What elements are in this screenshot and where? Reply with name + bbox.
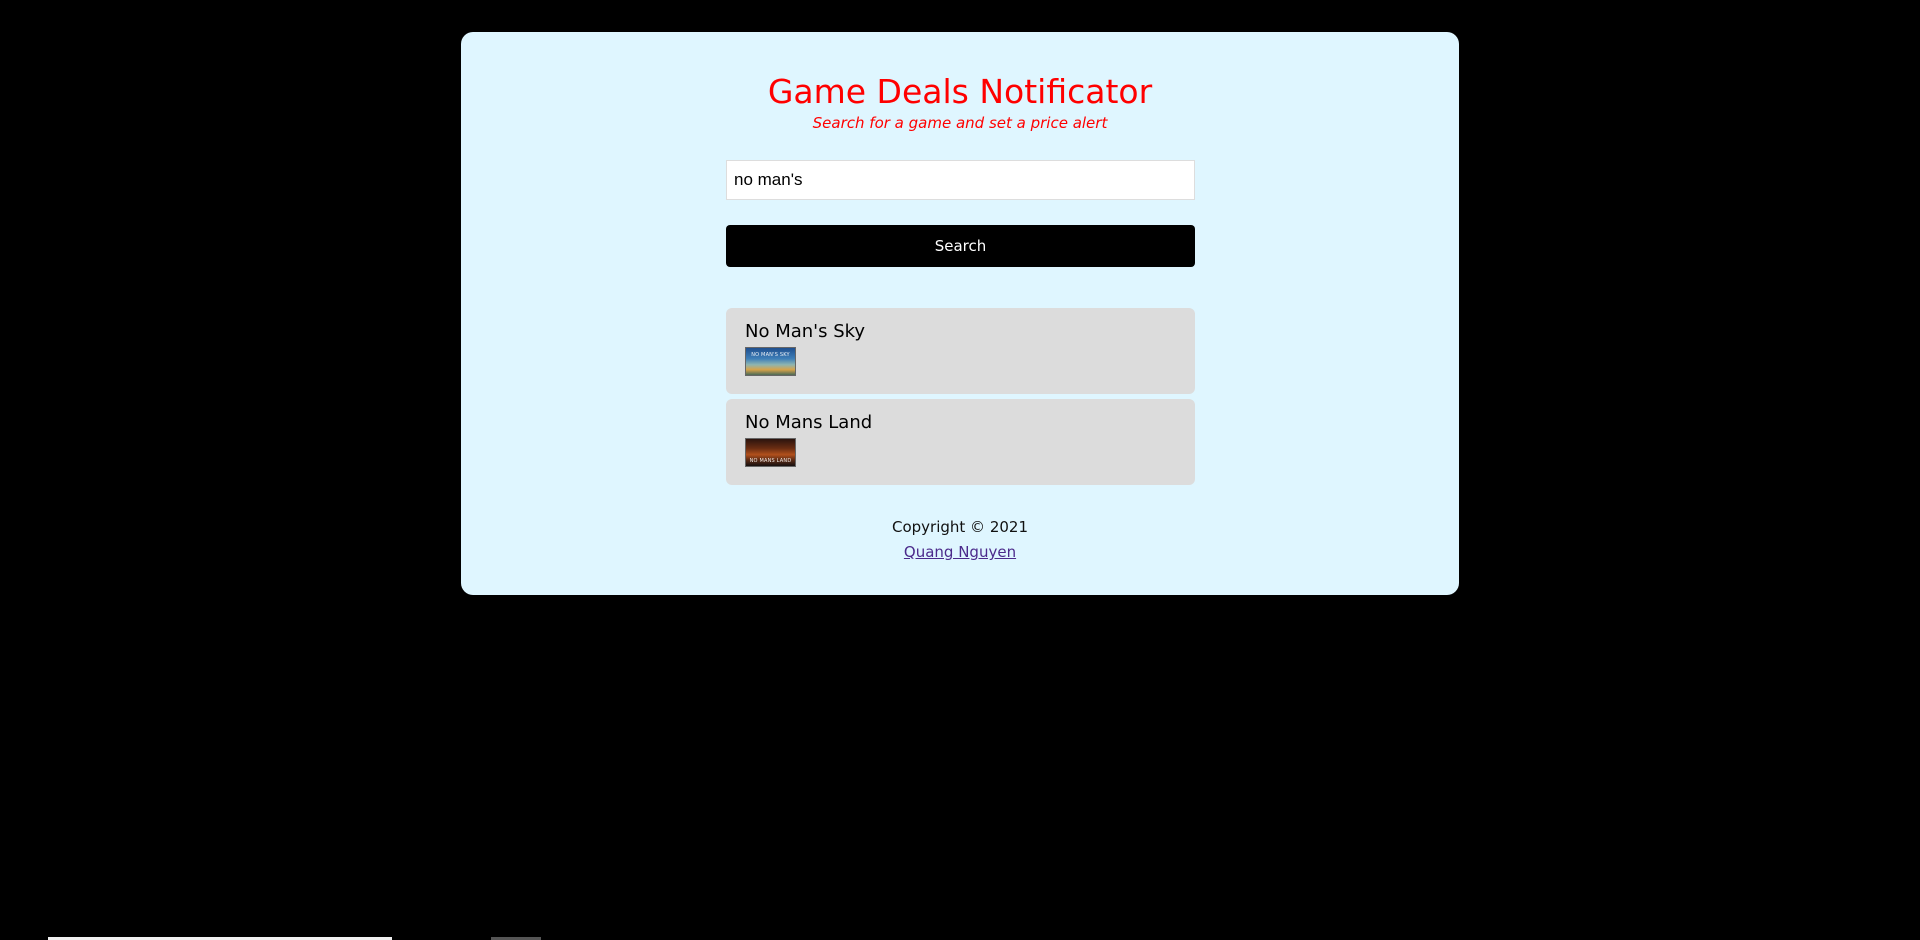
footer: Copyright © 2021 Quang Nguyen — [461, 515, 1459, 565]
thumbnail-logo-text: NO MANS LAND — [749, 458, 792, 464]
author-link[interactable]: Quang Nguyen — [904, 543, 1016, 561]
search-button[interactable]: Search — [726, 225, 1195, 267]
result-item-no-mans-sky[interactable]: No Man's Sky NO MAN'S SKY — [726, 308, 1195, 394]
result-item-no-mans-land[interactable]: No Mans Land NO MANS LAND — [726, 399, 1195, 485]
search-input[interactable] — [726, 160, 1195, 200]
results-list: No Man's Sky NO MAN'S SKY No Mans Land N… — [726, 308, 1195, 490]
thumbnail-logo-text: NO MAN'S SKY — [751, 352, 790, 358]
page-subtitle: Search for a game and set a price alert — [812, 114, 1108, 132]
main-card: Game Deals Notificator Search for a game… — [461, 32, 1459, 595]
result-title: No Man's Sky — [745, 321, 866, 342]
copyright-text: Copyright © 2021 — [891, 518, 1028, 536]
game-thumbnail: NO MAN'S SKY — [745, 347, 796, 376]
result-title: No Mans Land — [745, 412, 873, 433]
game-thumbnail: NO MANS LAND — [745, 438, 796, 467]
